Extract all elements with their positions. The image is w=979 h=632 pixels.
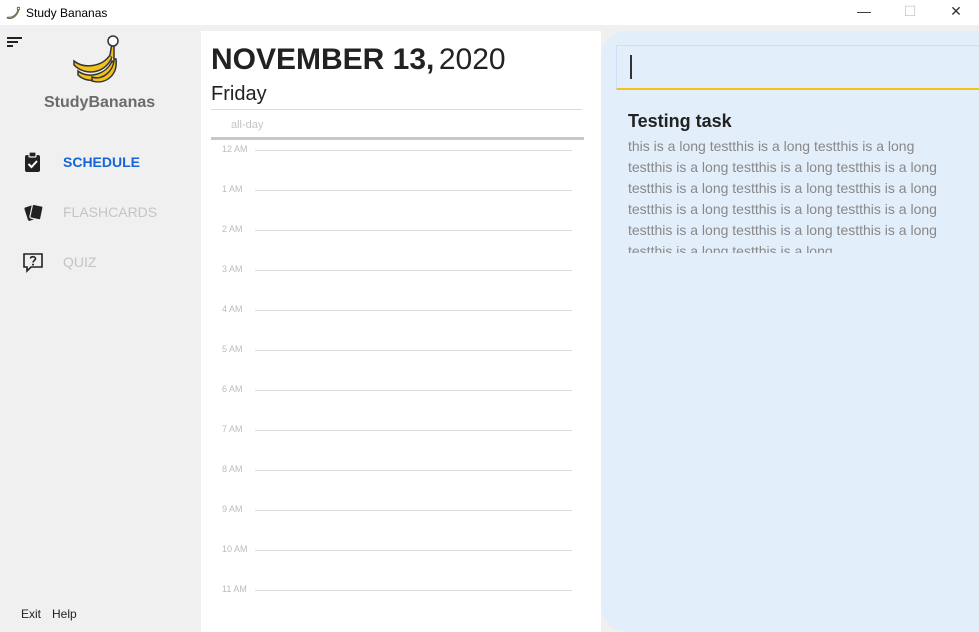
- hour-label: 9 AM: [222, 504, 243, 514]
- text-caret: [630, 55, 632, 79]
- hour-label: 7 AM: [222, 424, 243, 434]
- header-divider: [211, 109, 582, 110]
- hour-label: 4 AM: [222, 304, 243, 314]
- sidebar: StudyBananas SCHEDULE FLASHCARDS QUIZ Ex…: [0, 25, 201, 632]
- weekday-label: Friday: [211, 83, 267, 105]
- date-month-day: NOVEMBER 13,: [211, 43, 435, 76]
- hour-row[interactable]: 11 AM: [201, 584, 601, 630]
- maximize-button[interactable]: ☐: [887, 0, 933, 22]
- hour-label: 12 AM: [222, 144, 248, 154]
- hour-row[interactable]: 4 AM: [201, 304, 601, 350]
- all-day-divider: [211, 137, 584, 140]
- menu-sort-icon[interactable]: [7, 35, 23, 49]
- hour-row[interactable]: 8 AM: [201, 464, 601, 510]
- task-description: this is a long testthis is a long testth…: [628, 138, 937, 253]
- hour-row[interactable]: 12 AM: [201, 144, 601, 190]
- help-link[interactable]: Help: [52, 607, 77, 621]
- hour-line: [255, 510, 572, 511]
- hour-line: [255, 270, 572, 271]
- hour-line: [255, 190, 572, 191]
- hour-row[interactable]: 7 AM: [201, 424, 601, 470]
- hour-label: 1 AM: [222, 184, 243, 194]
- brand-name: StudyBananas: [44, 94, 156, 111]
- nav-label-schedule: SCHEDULE: [63, 154, 141, 170]
- hour-row[interactable]: 3 AM: [201, 264, 601, 310]
- hour-label: 2 AM: [222, 224, 243, 234]
- hour-line: [255, 350, 572, 351]
- task-panel: Testing task this is a long testthis is …: [601, 31, 979, 632]
- cards-icon: [24, 203, 44, 221]
- window-title: Study Bananas: [26, 5, 108, 20]
- date-heading: NOVEMBER 13, 2020: [211, 43, 506, 77]
- exit-link[interactable]: Exit: [21, 607, 41, 621]
- hour-label: 3 AM: [222, 264, 243, 274]
- task-input[interactable]: [616, 45, 979, 90]
- hour-row[interactable]: 2 AM: [201, 224, 601, 270]
- hour-row[interactable]: 9 AM: [201, 504, 601, 550]
- hour-line: [255, 310, 572, 311]
- hour-line: [255, 430, 572, 431]
- close-button[interactable]: ✕: [933, 0, 979, 22]
- nav-label-quiz: QUIZ: [63, 254, 97, 270]
- hour-label: 11 AM: [222, 584, 247, 594]
- banana-logo-icon: [73, 35, 119, 83]
- task-title: Testing task: [628, 111, 732, 131]
- minimize-button[interactable]: —: [841, 0, 887, 22]
- hour-line: [255, 230, 572, 231]
- hour-label: 8 AM: [222, 464, 243, 474]
- hour-row[interactable]: 6 AM: [201, 384, 601, 430]
- hour-line: [255, 390, 572, 391]
- hour-row[interactable]: 5 AM: [201, 344, 601, 390]
- question-bubble-icon: [23, 253, 43, 273]
- hour-row[interactable]: 1 AM: [201, 184, 601, 230]
- hour-label: 5 AM: [222, 344, 243, 354]
- hour-label: 10 AM: [222, 544, 248, 554]
- hour-row[interactable]: 10 AM: [201, 544, 601, 590]
- hour-line: [255, 550, 572, 551]
- clipboard-check-icon: [25, 151, 40, 172]
- nav-item-schedule[interactable]: SCHEDULE: [22, 151, 140, 173]
- hour-label: 6 AM: [222, 384, 243, 394]
- nav-label-flashcards: FLASHCARDS: [63, 204, 158, 220]
- all-day-label: all-day: [231, 119, 264, 131]
- date-year: 2020: [438, 43, 506, 76]
- hour-line: [255, 150, 572, 151]
- banana-app-icon: [6, 6, 20, 19]
- hour-line: [255, 470, 572, 471]
- nav-item-quiz[interactable]: QUIZ: [22, 251, 96, 273]
- nav-item-flashcards[interactable]: FLASHCARDS: [22, 201, 157, 223]
- title-bar: Study Bananas — ☐ ✕: [0, 0, 979, 25]
- hour-line: [255, 590, 572, 591]
- schedule-panel: NOVEMBER 13, 2020 Friday all-day 12 AM 1 …: [201, 31, 601, 632]
